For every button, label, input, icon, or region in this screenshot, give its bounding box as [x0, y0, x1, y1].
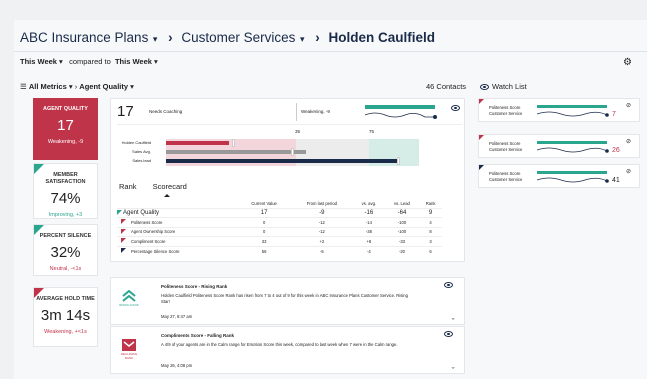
trend-label: Weakening, -9: [301, 109, 330, 114]
card-trend: Neutral, -<1s: [49, 266, 82, 272]
divider: [14, 51, 647, 52]
watch-list-title: Watch List: [480, 82, 527, 91]
bar-avg: [166, 150, 306, 154]
card-value: 3m 14s: [40, 307, 91, 324]
breadcrumb-service[interactable]: Customer Services: [181, 30, 295, 45]
eye-off-icon[interactable]: ⊘: [626, 102, 631, 109]
bar-label: Sales lead: [132, 158, 151, 163]
divider: [296, 103, 297, 121]
trend-flag: [479, 99, 484, 104]
tick-label: 35: [295, 129, 301, 134]
agent-quality-select[interactable]: Agent Quality: [79, 82, 128, 91]
card-value: 17: [57, 117, 74, 134]
card-trend: Weakening, -9: [47, 139, 84, 145]
watch-item[interactable]: Politeness Score Customer Service 41 ⊘: [478, 164, 640, 188]
watch-item[interactable]: Politeness Score Customer Service 26 ⊘: [478, 134, 640, 158]
metric-card-agent-quality[interactable]: AGENT QUALITY 17 Weakening, -9: [33, 98, 98, 160]
eye-off-icon[interactable]: ⊘: [626, 138, 631, 145]
card-value: 32%: [50, 244, 81, 261]
breadcrumb-agent: Holden Caulfield: [328, 30, 436, 45]
table-row[interactable]: Agent Quality 17 -9 -16 -64 9: [117, 207, 442, 218]
quality-detail-panel: 17 Needs Coaching Weakening, -9 35 75 Ho…: [110, 98, 465, 262]
card-value: 74%: [50, 190, 81, 207]
feed-text: A 4/9 of your agents are in the Calm ran…: [161, 342, 398, 347]
quality-score: 17: [117, 103, 134, 120]
table-row[interactable]: Percentage Silence Score 56 -5 -4 -20 6: [117, 245, 442, 256]
sparkline: [365, 112, 437, 119]
watch-item[interactable]: Politeness Score Customer Service 7 ⊘: [478, 98, 640, 122]
eye-icon[interactable]: [444, 282, 453, 288]
bar-label: Sales Avg.: [132, 149, 151, 154]
chevron-down-icon[interactable]: ▾: [150, 34, 158, 44]
bar-label: Holden Caulfield: [121, 140, 151, 145]
eye-icon[interactable]: [444, 331, 453, 337]
chevron-down-icon[interactable]: ⌄: [450, 364, 456, 370]
trend-flag: [34, 164, 44, 174]
tab-scorecard[interactable]: Scorecard: [153, 182, 187, 191]
card-trend: Weakening, +<1s: [44, 329, 87, 335]
contacts-count: 46 Contacts: [426, 82, 467, 91]
gear-icon[interactable]: ⚙: [623, 57, 632, 68]
table-row[interactable]: Agent Ownership Score 0 -12 -38 -100 8: [117, 226, 442, 237]
feed-item[interactable]: RISING RANK Politeness Score - Rising Ra…: [110, 277, 465, 325]
rising-rank-icon: RISING RANK: [119, 289, 139, 312]
table-row[interactable]: Compliment Score 33 +2 +8 -33 3: [117, 236, 442, 246]
eye-icon: [480, 84, 489, 91]
card-label: MEMBER SATISFACTION: [45, 172, 86, 185]
tab-rank[interactable]: Rank: [119, 182, 137, 191]
metric-card-percent-silence[interactable]: PERCENT SILENCE 32% Neutral, -<1s: [33, 224, 98, 276]
list-icon: ☰: [20, 82, 27, 91]
card-label: AGENT QUALITY: [43, 106, 88, 112]
eye-off-icon[interactable]: ⊘: [626, 168, 631, 175]
metric-card-member-satisfaction[interactable]: MEMBER SATISFACTION 74% Improving, +3: [33, 163, 98, 219]
needs-coaching-label: Needs Coaching: [149, 109, 183, 114]
tab-indicator: [164, 194, 170, 197]
chevron-down-icon[interactable]: ⌄: [450, 315, 456, 321]
card-trend: Improving, +3: [48, 212, 83, 218]
bar-agent: [166, 141, 229, 145]
compared-label: compared to: [69, 57, 111, 66]
breadcrumb: ABC Insurance Plans ▾ › Customer Service…: [20, 30, 436, 45]
feed-title: Compliments Score - Falling Rank: [161, 333, 235, 338]
eye-icon[interactable]: [451, 105, 460, 111]
feed-date: May 27, 8:47 am: [161, 314, 193, 319]
metrics-selector: ☰ All Metrics ▾ › Agent Quality ▾: [20, 82, 134, 91]
table-row[interactable]: Politeness Score 0 -12 -14 -100 4: [117, 217, 442, 227]
bar-lead: [166, 159, 399, 163]
feed-item[interactable]: DECLINING RANK Compliments Score - Falli…: [110, 326, 465, 374]
all-metrics-select[interactable]: All Metrics: [29, 82, 67, 91]
metric-card-average-hold-time[interactable]: AVERAGE HOLD TIME 3m 14s Weakening, +<1s: [33, 287, 98, 347]
feed-title: Politeness Score - Rising Rank: [161, 284, 228, 289]
trend-flag: [479, 135, 484, 140]
compare-period-select[interactable]: This Week: [115, 57, 152, 66]
period-select[interactable]: This Week: [20, 57, 57, 66]
tick-label: 75: [369, 129, 375, 134]
declining-rank-icon: DECLINING RANK: [119, 339, 139, 361]
trend-flag: [34, 288, 44, 298]
breadcrumb-plan[interactable]: ABC Insurance Plans: [20, 30, 148, 45]
feed-text: Holden Caulfield Politeness Score Rank h…: [161, 293, 408, 304]
tabs: Rank Scorecard: [119, 182, 201, 191]
scorecard-table: Current Value From last period vs. avg. vs.…: [117, 200, 442, 256]
trend-flag: [479, 165, 484, 170]
trend-flag: [34, 225, 44, 235]
filter-bar: This Week ▾ compared to This Week ▾: [20, 57, 158, 66]
chevron-down-icon[interactable]: ▾: [297, 34, 305, 44]
feed-date: May 26, 4:08 pm: [161, 363, 193, 368]
